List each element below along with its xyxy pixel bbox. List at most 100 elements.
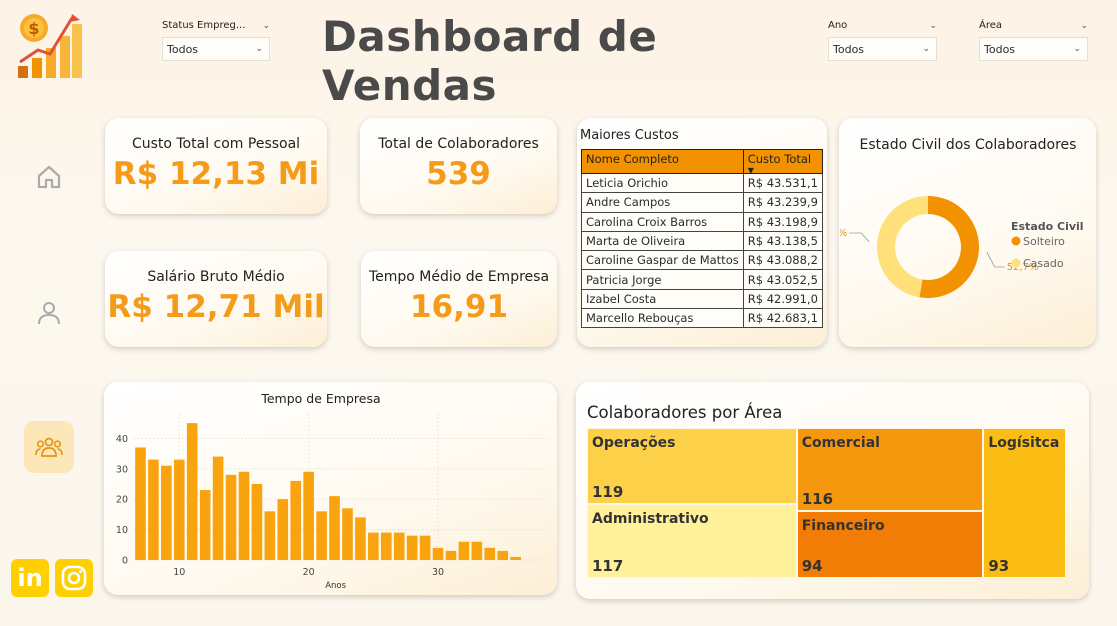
- donut-data-label: 47,3%: [840, 228, 847, 239]
- table-row[interactable]: Izabel Costa R$ 42.991,0: [581, 288, 823, 310]
- table-row[interactable]: Caroline Gaspar de Mattos R$ 43.088,2: [581, 250, 823, 271]
- bar[interactable]: [432, 547, 444, 560]
- column-header-custo[interactable]: Custo Total ▼: [742, 149, 823, 175]
- bar[interactable]: [161, 465, 172, 560]
- x-tick-label: 30: [432, 567, 444, 578]
- bar[interactable]: [316, 511, 327, 560]
- bar[interactable]: [419, 535, 431, 560]
- bar[interactable]: [148, 459, 159, 560]
- legend-item-casado[interactable]: Casado: [1023, 257, 1064, 270]
- bar[interactable]: [238, 471, 250, 560]
- chevron-down-icon: ⌄: [255, 44, 263, 54]
- treemap-cell[interactable]: Comercial 116: [796, 428, 984, 511]
- filter-status-emprego[interactable]: Status Empreg... ⌄ Todos ⌄: [162, 20, 270, 61]
- legend-item-solteiro[interactable]: Solteiro: [1023, 235, 1065, 248]
- y-tick-label: 10: [116, 525, 128, 536]
- treemap-cell[interactable]: Operações 119: [587, 428, 797, 504]
- nav-user-button[interactable]: [26, 290, 72, 336]
- chevron-down-icon: ⌄: [922, 44, 930, 54]
- chevron-down-icon[interactable]: ⌄: [262, 21, 270, 31]
- bar[interactable]: [445, 550, 457, 560]
- bar[interactable]: [458, 541, 470, 560]
- cell-nome: Andre Campos: [581, 192, 744, 213]
- donut-slice-casado[interactable]: [877, 196, 928, 298]
- bar-chart-title: Tempo de Empresa: [260, 391, 380, 406]
- bar[interactable]: [471, 541, 483, 560]
- table-row[interactable]: Marta de Oliveira R$ 43.138,5: [581, 230, 823, 252]
- y-tick-label: 30: [116, 464, 128, 475]
- legend-title: Estado Civil: [1011, 220, 1084, 233]
- bar[interactable]: [355, 517, 366, 560]
- instagram-button[interactable]: [55, 559, 93, 597]
- bar[interactable]: [290, 480, 302, 560]
- filter-area[interactable]: Área ⌄ Todos ⌄: [979, 20, 1088, 61]
- bar[interactable]: [225, 474, 237, 560]
- treemap-label: Financeiro: [801, 517, 885, 534]
- instagram-icon: [61, 565, 87, 591]
- bar[interactable]: [173, 459, 185, 560]
- bar[interactable]: [497, 550, 509, 560]
- cell-custo: R$ 42.991,0: [742, 288, 823, 310]
- bar[interactable]: [329, 496, 340, 560]
- filter-ano-value: Todos: [833, 42, 865, 56]
- bar[interactable]: [368, 532, 379, 560]
- table-row[interactable]: Carolina Croix Barros R$ 43.198,9: [581, 211, 823, 232]
- filter-ano[interactable]: Ano ⌄ Todos ⌄: [828, 20, 937, 61]
- bar[interactable]: [342, 508, 353, 560]
- table-title: Maiores Custos: [580, 128, 679, 143]
- filter-area-value: Todos: [984, 42, 1016, 56]
- bar[interactable]: [277, 499, 289, 560]
- bar[interactable]: [212, 456, 224, 560]
- filter-status-label: Status Empreg...: [162, 20, 246, 31]
- bar[interactable]: [186, 423, 198, 560]
- table-row[interactable]: Marcello Rebouças R$ 42.683,1: [581, 308, 823, 329]
- treemap-value: 93: [988, 557, 1010, 575]
- home-icon: [37, 165, 61, 189]
- filter-ano-label: Ano: [828, 20, 848, 31]
- page-title: Dashboard de Vendas: [322, 12, 658, 110]
- linkedin-icon: in: [17, 564, 43, 592]
- nav-home-button[interactable]: [26, 154, 72, 200]
- treemap-label: Operações: [592, 435, 676, 451]
- filter-status-value: Todos: [167, 42, 199, 56]
- table-row[interactable]: Patricia Jorge R$ 43.052,5: [581, 269, 823, 290]
- cell-custo: R$ 42.683,1: [742, 308, 823, 329]
- treemap-cell[interactable]: Financeiro 94: [796, 510, 984, 578]
- column-header-nome[interactable]: Nome Completo: [581, 149, 744, 174]
- filter-area-dropdown[interactable]: Todos ⌄: [979, 37, 1088, 61]
- kpi-custo-total: Custo Total com Pessoal R$ 12,13 Mi: [105, 118, 327, 214]
- chevron-down-icon[interactable]: ⌄: [1080, 21, 1088, 31]
- bar[interactable]: [510, 556, 521, 560]
- treemap-cell[interactable]: Administrativo 117: [587, 503, 797, 578]
- bar[interactable]: [199, 490, 211, 560]
- kpi-total-colaboradores: Total de Colaboradores 539: [360, 118, 557, 214]
- cell-nome: Leticia Orichio: [581, 172, 744, 194]
- linkedin-button[interactable]: in: [11, 559, 49, 597]
- table-row[interactable]: Leticia Orichio R$ 43.531,1: [581, 172, 823, 194]
- filter-area-label: Área: [979, 20, 1003, 31]
- column-header-custo-label: Custo Total: [747, 152, 812, 166]
- bar[interactable]: [251, 483, 263, 560]
- y-tick-label: 20: [116, 495, 128, 506]
- kpi-title: Custo Total com Pessoal: [131, 136, 301, 152]
- donut-slice-solteiro[interactable]: [919, 196, 979, 298]
- bar[interactable]: [380, 532, 392, 560]
- bar[interactable]: [484, 547, 496, 560]
- treemap-label: Comercial: [801, 435, 880, 451]
- bar[interactable]: [406, 535, 418, 560]
- filter-ano-dropdown[interactable]: Todos ⌄: [828, 37, 937, 61]
- bar[interactable]: [135, 447, 146, 560]
- nav-team-button[interactable]: [24, 421, 74, 473]
- kpi-value: R$ 12,71 Mil: [107, 289, 325, 325]
- treemap-title: Colaboradores por Área: [587, 403, 783, 422]
- filter-status-dropdown[interactable]: Todos ⌄: [162, 37, 270, 61]
- chevron-down-icon: ⌄: [1073, 44, 1081, 54]
- treemap-value: 94: [801, 556, 823, 575]
- treemap-cell[interactable]: Logísitca 93: [983, 428, 1066, 578]
- costs-table: Nome Completo Custo Total ▼ Leticia Orich…: [581, 149, 823, 329]
- chevron-down-icon[interactable]: ⌄: [929, 21, 937, 31]
- bar[interactable]: [264, 511, 276, 560]
- bar[interactable]: [393, 532, 405, 560]
- bar[interactable]: [303, 471, 314, 560]
- table-row[interactable]: Andre Campos R$ 43.239,9: [581, 192, 823, 213]
